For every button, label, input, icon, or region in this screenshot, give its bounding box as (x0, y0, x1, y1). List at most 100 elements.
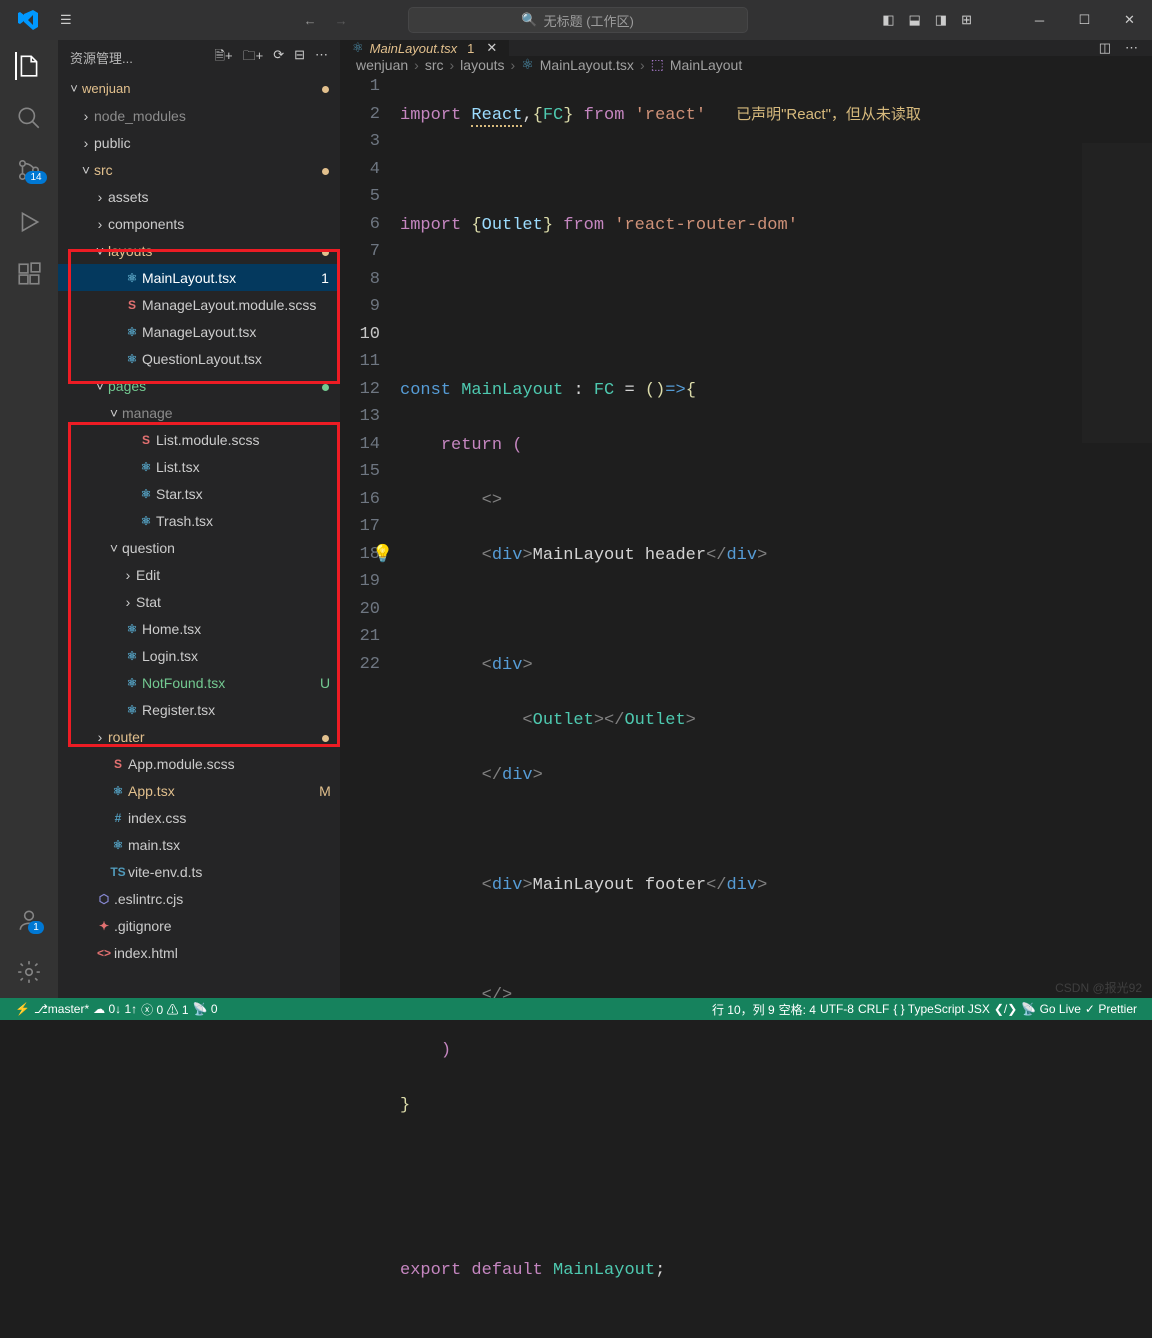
tree-item[interactable]: SList.module.scss (58, 426, 340, 453)
code-editor[interactable]: 12345678910111213141516171819202122 impo… (340, 73, 1152, 1338)
tree-item[interactable]: ›public (58, 129, 340, 156)
tree-item[interactable]: ⚛App.tsxM (58, 777, 340, 804)
tree-item[interactable]: SManageLayout.module.scss (58, 291, 340, 318)
tree-label: Home.tsx (142, 621, 332, 637)
prettier[interactable]: ✓ Prettier (1085, 1002, 1137, 1016)
tree-item[interactable]: ⚛Star.tsx (58, 480, 340, 507)
tree-item[interactable]: ⚛main.tsx (58, 831, 340, 858)
layout-customize-icon[interactable]: ⊞ (961, 12, 972, 28)
tree-item[interactable]: ✦.gitignore (58, 912, 340, 939)
remote-icon[interactable]: ⚡ (15, 1002, 30, 1016)
tree-item[interactable]: ˅manage (58, 399, 340, 426)
tree-item[interactable]: ⬡.eslintrc.cjs (58, 885, 340, 912)
minimize-button[interactable]: ─ (1017, 0, 1062, 40)
tree-item[interactable]: ⚛NotFound.tsxU (58, 669, 340, 696)
file-icon: ⚛ (108, 784, 128, 798)
refresh-icon[interactable]: ⟳ (273, 47, 284, 69)
nav-forward-icon[interactable]: → (335, 13, 348, 28)
crumb[interactable]: layouts (460, 57, 504, 73)
run-debug-icon[interactable] (15, 208, 43, 236)
minimap[interactable] (1082, 143, 1152, 443)
tree-item[interactable]: ⚛Register.tsx (58, 696, 340, 723)
crumb[interactable]: src (425, 57, 444, 73)
lightbulb-icon[interactable]: 💡 (372, 542, 393, 570)
tab-close-icon[interactable]: ✕ (486, 40, 497, 56)
source-control-icon[interactable]: 14 (15, 156, 43, 184)
tree-item[interactable]: ⚛QuestionLayout.tsx (58, 345, 340, 372)
sidebar-header: 资源管理... 🗎+ 🗀+ ⟳ ⊟ ⋯ (58, 40, 340, 75)
encoding[interactable]: UTF-8 (820, 1002, 854, 1016)
tree-item[interactable]: ›assets (58, 183, 340, 210)
cursor-position[interactable]: 行 10，列 9 (712, 1001, 775, 1018)
tree-item[interactable]: ⚛MainLayout.tsx1 (58, 264, 340, 291)
layout-panel-right-icon[interactable]: ◨ (935, 12, 947, 28)
indent[interactable]: 空格: 4 (779, 1001, 816, 1018)
tree-item[interactable]: ›components (58, 210, 340, 237)
tree-item[interactable]: ⚛Home.tsx (58, 615, 340, 642)
port-status[interactable]: 📡 0 (193, 1002, 218, 1016)
chevron-icon: › (120, 594, 136, 610)
layout-panel-bottom-icon[interactable]: ⬓ (909, 12, 921, 28)
tab-more-icon[interactable]: ⋯ (1125, 40, 1138, 56)
code-content[interactable]: import React,{FC} from 'react'已声明"React"… (400, 73, 1152, 1338)
crumb[interactable]: MainLayout.tsx (540, 57, 634, 73)
chevron-icon: ˅ (92, 378, 108, 394)
tree-item[interactable]: ˅pages (58, 372, 340, 399)
crumb[interactable]: MainLayout (670, 57, 742, 73)
tree-label: assets (108, 189, 332, 205)
branch-status[interactable]: ⎇master* (34, 1002, 89, 1016)
tree-item[interactable]: ⚛Trash.tsx (58, 507, 340, 534)
chevron-icon: ˅ (106, 540, 122, 556)
tree-item[interactable]: ˅layouts (58, 237, 340, 264)
tree-item[interactable]: ›Edit (58, 561, 340, 588)
tree-item[interactable]: ›node_modules (58, 102, 340, 129)
tree-label: layouts (108, 243, 314, 259)
crumb[interactable]: wenjuan (356, 57, 408, 73)
settings-gear-icon[interactable] (15, 958, 43, 986)
chevron-icon: › (120, 567, 136, 583)
breadcrumb[interactable]: wenjuan› src› layouts› ⚛ MainLayout.tsx›… (340, 56, 1152, 73)
tree-item[interactable]: <>index.html (58, 939, 340, 966)
project-root[interactable]: ˅ wenjuan (58, 75, 340, 102)
command-center[interactable]: 🔍 无标题 (工作区) (408, 7, 748, 33)
prettier-diag[interactable]: ❮/❯ (994, 1002, 1017, 1016)
tree-item[interactable]: #index.css (58, 804, 340, 831)
nav-back-icon[interactable]: ← (304, 13, 317, 28)
chevron-icon: › (78, 108, 94, 124)
activity-bar: 14 1 (0, 40, 58, 998)
split-editor-icon[interactable]: ◫ (1099, 40, 1111, 56)
tab-label: MainLayout.tsx (370, 41, 457, 56)
maximize-button[interactable]: ☐ (1062, 0, 1107, 40)
collapse-icon[interactable]: ⊟ (294, 47, 305, 69)
menu-icon[interactable]: ☰ (60, 12, 72, 28)
file-tree[interactable]: ›node_modules›public˅src›assets›componen… (58, 102, 340, 998)
close-button[interactable]: ✕ (1107, 0, 1152, 40)
tree-label: components (108, 216, 332, 232)
tree-item[interactable]: ⚛Login.tsx (58, 642, 340, 669)
tree-label: QuestionLayout.tsx (142, 351, 332, 367)
tree-label: question (122, 540, 332, 556)
new-file-icon[interactable]: 🗎+ (215, 47, 233, 69)
layout-panel-left-icon[interactable]: ◧ (882, 12, 894, 28)
explorer-icon[interactable] (15, 52, 43, 80)
tree-item[interactable]: ⚛ManageLayout.tsx (58, 318, 340, 345)
account-icon[interactable]: 1 (15, 906, 43, 934)
tree-label: Trash.tsx (156, 513, 332, 529)
extensions-icon[interactable] (15, 260, 43, 288)
tree-item[interactable]: ˅question (58, 534, 340, 561)
tree-item[interactable]: TSvite-env.d.ts (58, 858, 340, 885)
tab-mainlayout[interactable]: ⚛ MainLayout.tsx 1 ✕ (340, 40, 510, 56)
go-live[interactable]: 📡 Go Live (1021, 1002, 1081, 1016)
search-activity-icon[interactable] (15, 104, 43, 132)
tree-item[interactable]: ›router (58, 723, 340, 750)
new-folder-icon[interactable]: 🗀+ (243, 47, 264, 69)
sync-status[interactable]: ☁ 0↓ 1↑ (93, 1002, 137, 1016)
tree-item[interactable]: ⚛List.tsx (58, 453, 340, 480)
eol[interactable]: CRLF (858, 1002, 889, 1016)
more-icon[interactable]: ⋯ (315, 47, 328, 69)
tree-item[interactable]: SApp.module.scss (58, 750, 340, 777)
tree-item[interactable]: ˅src (58, 156, 340, 183)
tree-item[interactable]: ›Stat (58, 588, 340, 615)
language-mode[interactable]: { } TypeScript JSX (893, 1002, 990, 1016)
problems[interactable]: ⓧ 0 ⚠ 1 (141, 1001, 188, 1018)
